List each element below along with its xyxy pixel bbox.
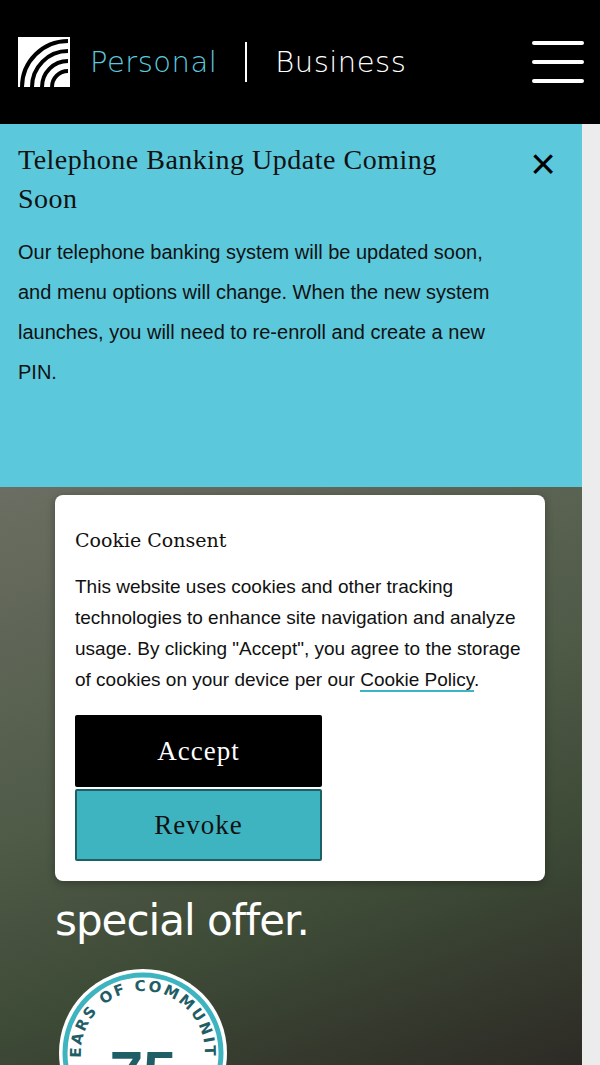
alert-title: Telephone Banking Update Coming Soon — [18, 140, 492, 218]
menu-icon[interactable] — [532, 41, 584, 83]
tab-divider — [245, 42, 247, 82]
segment-tabs: Personal Business — [90, 41, 532, 83]
close-button[interactable]: × — [530, 142, 556, 186]
cookie-title: Cookie Consent — [75, 529, 525, 551]
cookie-text-end: . — [474, 669, 479, 690]
alert-body: Our telephone banking system will be upd… — [18, 232, 498, 392]
cookie-body: This website uses cookies and other trac… — [75, 571, 525, 695]
cookie-dialog: Cookie Consent This website uses cookies… — [55, 495, 545, 881]
revoke-button[interactable]: Revoke — [75, 789, 322, 861]
anniversary-badge: YEARS OF COMMUNITY 75 — [55, 965, 231, 1065]
scrollbar[interactable] — [582, 124, 600, 1065]
cookie-buttons: AcceptRevoke — [75, 715, 525, 861]
hero-headline: special offer. — [55, 893, 582, 949]
segment-tab[interactable]: Business — [275, 41, 406, 83]
badge-number: 75 — [110, 1039, 177, 1065]
segment-tab[interactable]: Personal — [90, 41, 217, 83]
site-header: Personal Business — [0, 0, 600, 124]
bank-logo-icon[interactable] — [18, 37, 70, 87]
accept-button[interactable]: Accept — [75, 715, 322, 787]
cookie-policy-link[interactable]: Cookie Policy — [360, 669, 474, 692]
alert-banner: Telephone Banking Update Coming Soon Our… — [0, 124, 582, 487]
